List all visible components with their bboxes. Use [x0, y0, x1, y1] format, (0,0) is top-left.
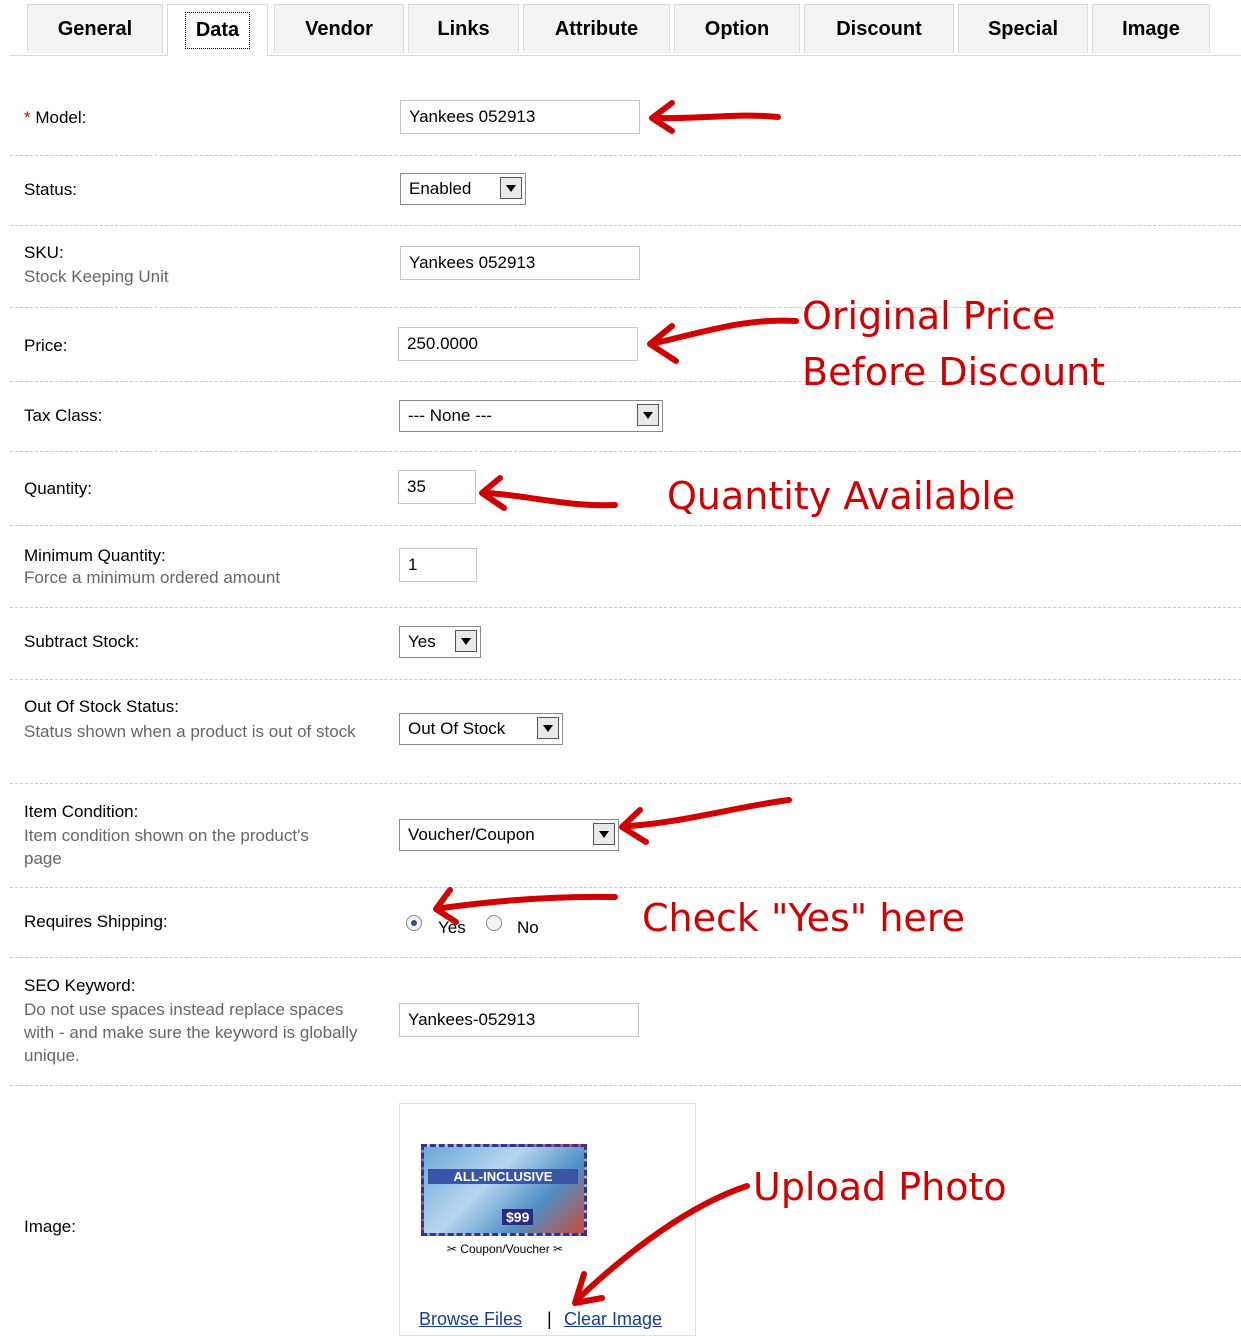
- price-note-line2: Before Discount: [802, 350, 1106, 394]
- quantity-note: Quantity Available: [667, 474, 1016, 518]
- shipping-yes-radio[interactable]: [406, 915, 422, 931]
- seo-keyword-input[interactable]: Yankees-052913: [399, 1003, 639, 1037]
- price-note-line1: Original Price: [802, 294, 1056, 338]
- tab-discount[interactable]: Discount: [804, 4, 954, 53]
- item-condition-label: Item Condition:: [24, 802, 139, 821]
- minimum-quantity-help: Force a minimum ordered amount: [24, 568, 281, 587]
- form-row-quantity: Quantity: 35: [10, 452, 1241, 526]
- item-condition-select[interactable]: Voucher/Coupon: [399, 819, 619, 851]
- subtract-stock-select[interactable]: Yes: [399, 626, 481, 658]
- out-of-stock-status-select[interactable]: Out Of Stock: [399, 713, 563, 745]
- dropdown-arrow-icon: [637, 404, 659, 426]
- status-select[interactable]: Enabled: [400, 173, 526, 205]
- form-row-status: Status: Enabled: [10, 156, 1241, 226]
- form-row-requires-shipping: Requires Shipping: Yes No: [10, 888, 1241, 958]
- quantity-label: Quantity:: [24, 479, 93, 498]
- scissors-icon: ✂: [553, 1242, 564, 1256]
- coupon-thumbnail: ALL-INCLUSIVE $99: [421, 1144, 587, 1236]
- coupon-thumbnail-title: ALL-INCLUSIVE: [428, 1169, 578, 1184]
- tab-option-label: Option: [704, 17, 770, 40]
- tab-special-label: Special: [987, 17, 1059, 40]
- form-row-seo-keyword: SEO Keyword: Do not use spaces instead r…: [10, 958, 1241, 1086]
- price-label: Price:: [24, 336, 68, 355]
- seo-keyword-help: Do not use spaces instead replace spaces…: [24, 1000, 358, 1065]
- item-condition-help: Item condition shown on the product's pa…: [24, 826, 309, 868]
- shipping-no-label[interactable]: No: [517, 918, 539, 938]
- model-input[interactable]: Yankees 052913: [400, 100, 640, 134]
- sku-label: SKU:: [24, 243, 64, 262]
- out-of-stock-status-select-value: Out Of Stock: [408, 719, 506, 738]
- minimum-quantity-label: Minimum Quantity:: [24, 546, 166, 565]
- form-row-item-condition: Item Condition: Item condition shown on …: [10, 784, 1241, 888]
- shipping-no-radio[interactable]: [486, 915, 502, 931]
- price-input[interactable]: 250.0000: [398, 327, 638, 361]
- subtract-stock-select-value: Yes: [408, 632, 436, 651]
- scissors-icon: ✂: [446, 1242, 457, 1256]
- quantity-input[interactable]: 35: [398, 470, 476, 504]
- tab-image[interactable]: Image: [1092, 4, 1210, 53]
- required-mark: *: [24, 108, 31, 127]
- model-label-text: Model:: [35, 108, 87, 127]
- tab-option[interactable]: Option: [674, 4, 800, 53]
- tab-vendor-label: Vendor: [305, 17, 373, 40]
- tax-class-select[interactable]: --- None ---: [399, 400, 663, 432]
- dropdown-arrow-icon: [455, 630, 477, 652]
- tab-attribute-label: Attribute: [554, 17, 639, 40]
- tab-general[interactable]: General: [27, 4, 163, 53]
- form-row-model: * Model: Yankees 052913: [10, 80, 1241, 156]
- tab-data[interactable]: Data: [167, 4, 268, 56]
- coupon-thumbnail-caption: ✂ Coupon/Voucher ✂: [420, 1242, 590, 1256]
- subtract-stock-label: Subtract Stock:: [24, 632, 140, 651]
- status-select-value: Enabled: [409, 179, 472, 198]
- clear-image-link[interactable]: Clear Image: [564, 1309, 662, 1330]
- tab-general-label: General: [57, 17, 133, 40]
- link-separator: |: [547, 1309, 552, 1329]
- tab-bar: General Data Vendor Links Attribute Opti…: [10, 4, 1241, 56]
- tab-data-label: Data: [184, 12, 251, 49]
- shipping-yes-label[interactable]: Yes: [438, 918, 466, 938]
- out-of-stock-status-label: Out Of Stock Status:: [24, 697, 179, 716]
- form-row-subtract-stock: Subtract Stock: Yes: [10, 608, 1241, 680]
- requires-shipping-label: Requires Shipping:: [24, 912, 168, 931]
- browse-files-link[interactable]: Browse Files: [419, 1309, 522, 1330]
- tax-class-label: Tax Class:: [24, 406, 103, 425]
- tab-special[interactable]: Special: [958, 4, 1088, 53]
- dropdown-arrow-icon: [537, 717, 559, 739]
- coupon-caption-text: Coupon/Voucher: [460, 1242, 550, 1256]
- tab-image-label: Image: [1122, 17, 1180, 40]
- model-label: * Model:: [24, 108, 86, 128]
- tab-attribute[interactable]: Attribute: [523, 4, 670, 53]
- tax-class-select-value: --- None ---: [408, 406, 493, 425]
- item-condition-select-value: Voucher/Coupon: [408, 825, 535, 844]
- image-label: Image:: [24, 1217, 76, 1236]
- tab-vendor[interactable]: Vendor: [274, 4, 404, 53]
- coupon-thumbnail-price: $99: [502, 1209, 534, 1225]
- form-row-out-of-stock-status: Out Of Stock Status: Status shown when a…: [10, 680, 1241, 784]
- dropdown-arrow-icon: [593, 823, 615, 845]
- status-label: Status:: [24, 180, 77, 199]
- image-preview-box: ALL-INCLUSIVE $99 ✂ Coupon/Voucher ✂ Bro…: [399, 1103, 696, 1336]
- seo-keyword-label: SEO Keyword:: [24, 976, 136, 995]
- sku-input[interactable]: Yankees 052913: [400, 246, 640, 280]
- tab-discount-label: Discount: [836, 17, 922, 40]
- shipping-note: Check "Yes" here: [642, 896, 965, 940]
- form-row-minimum-quantity: Minimum Quantity: Force a minimum ordere…: [10, 526, 1241, 608]
- upload-photo-note: Upload Photo: [753, 1165, 1007, 1209]
- sku-help: Stock Keeping Unit: [24, 267, 169, 286]
- tab-links[interactable]: Links: [408, 4, 519, 53]
- minimum-quantity-input[interactable]: 1: [399, 548, 477, 582]
- out-of-stock-status-help: Status shown when a product is out of st…: [24, 722, 356, 741]
- price-note: Original Price Before Discount: [802, 288, 1105, 400]
- tab-links-label: Links: [437, 17, 490, 40]
- dropdown-arrow-icon: [500, 177, 522, 199]
